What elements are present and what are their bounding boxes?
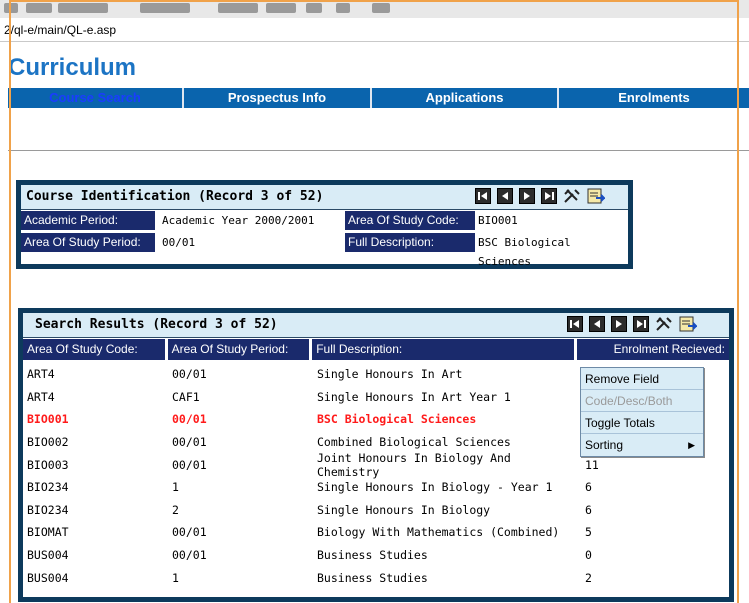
cell-period: 00/01 [172,435,207,450]
record-nav-buttons [475,188,605,204]
cell-description: Combined Biological Sciences [317,435,511,450]
cell-code: BUS004 [27,570,69,585]
tools-icon[interactable] [563,188,581,204]
cell-period: 1 [172,570,179,585]
page-title: Curriculum [8,54,137,81]
cell-enrolment: 11 [585,457,599,472]
cell-description: Business Studies [317,570,428,585]
results-nav-buttons [567,316,697,332]
cell-code: ART4 [27,389,55,404]
next-record-icon[interactable] [611,316,627,332]
cell-code: BIO002 [27,435,69,450]
academic-period-label: Academic Period: [21,211,155,230]
cell-code: BUS004 [27,548,69,563]
nav-prospectus-info[interactable]: Prospectus Info [184,88,372,108]
menu-item-sorting-label: Sorting [585,438,624,452]
cell-description: Biology With Mathematics (Combined) [317,525,560,540]
browser-toolbar [0,0,749,18]
menu-item-remove-field[interactable]: Remove Field [581,368,703,390]
table-row[interactable]: BUS004 00/01 Business Studies 0 [23,544,729,567]
cell-enrolment: 0 [585,548,592,563]
first-record-icon[interactable] [475,188,491,204]
cell-period: 00/01 [172,367,207,382]
last-record-icon[interactable] [633,316,649,332]
academic-period-value: Academic Year 2000/2001 [162,214,315,227]
previous-record-icon[interactable] [497,188,513,204]
cell-code: ART4 [27,367,55,382]
export-icon[interactable] [587,188,605,204]
cell-code: BIO234 [27,480,69,495]
cell-description: Single Honours In Art Year 1 [317,389,511,404]
column-header-period[interactable]: Area Of Study Period: [167,339,313,360]
menu-item-toggle-totals[interactable]: Toggle Totals [581,412,703,434]
search-results-title: Search Results (Record 3 of 52) [35,317,278,332]
nav-enrolments[interactable]: Enrolments [559,88,749,108]
cell-enrolment: 6 [585,480,592,495]
column-header-description[interactable]: Full Description: [312,339,578,360]
export-icon[interactable] [679,316,697,332]
table-row[interactable]: BIO234 1 Single Honours In Biology - Year … [23,476,729,499]
menu-item-sorting[interactable]: Sorting ▶ [581,434,703,456]
cell-period: 00/01 [172,525,207,540]
cell-code: BIO001 [27,412,69,427]
cell-code: BIOMAT [27,525,69,540]
divider [8,150,749,151]
table-row[interactable]: BIOMAT 00/01 Biology With Mathematics (Com… [23,521,729,544]
cell-enrolment: 5 [585,525,592,540]
column-header-enrolment[interactable]: Enrolment Recieved: [577,339,729,360]
cell-description: Business Studies [317,548,428,563]
cell-description: BSC Biological Sciences [317,412,477,427]
cell-code: BIO234 [27,502,69,517]
first-record-icon[interactable] [567,316,583,332]
cell-enrolment: 6 [585,502,592,517]
column-context-menu: Remove Field Code/Desc/Both Toggle Total… [580,367,704,457]
full-description-label: Full Description: [345,233,475,252]
address-text: 2/ql-e/main/QL-e.asp [4,23,117,37]
nav-applications[interactable]: Applications [372,88,559,108]
column-header-code[interactable]: Area Of Study Code: [23,339,168,360]
full-description-value: BSC Biological Sciences [478,236,571,268]
area-period-label: Area Of Study Period: [21,233,155,252]
next-record-icon[interactable] [519,188,535,204]
search-results-header: Search Results (Record 3 of 52) [23,313,729,338]
cell-enrolment: 2 [585,570,592,585]
cell-description: Joint Honours In Biology And Chemistry [317,450,511,479]
cell-period: 2 [172,502,179,517]
cell-period: 00/01 [172,548,207,563]
cell-description: Single Honours In Art [317,367,463,382]
course-identification-header: Course Identification (Record 3 of 52) [21,185,628,210]
results-table-header: Area Of Study Code: Area Of Study Period… [23,339,729,360]
address-bar[interactable]: 2/ql-e/main/QL-e.asp [0,19,749,42]
area-period-value: 00/01 [162,236,196,249]
table-row[interactable]: BUS004 1 Business Studies 2 [23,566,729,589]
tools-icon[interactable] [655,316,673,332]
cell-description: Single Honours In Biology - Year 1 [317,480,553,495]
table-row[interactable]: BIO234 2 Single Honours In Biology 6 [23,499,729,522]
cell-period: CAF1 [172,389,200,404]
cell-period: 00/01 [172,412,207,427]
course-identification-panel: Course Identification (Record 3 of 52) A… [16,180,633,269]
area-code-value: BIO001 [478,214,518,227]
menu-item-code-desc-both: Code/Desc/Both [581,390,703,412]
previous-record-icon[interactable] [589,316,605,332]
area-code-label: Area Of Study Code: [345,211,475,230]
course-identification-title: Course Identification (Record 3 of 52) [26,189,324,204]
nav-course-search[interactable]: Course Search [8,88,184,108]
cell-period: 1 [172,480,179,495]
cell-description: Single Honours In Biology [317,502,491,517]
cell-period: 00/01 [172,457,207,472]
cell-code: BIO003 [27,457,69,472]
submenu-arrow-icon: ▶ [688,440,695,450]
main-nav: Course Search Prospectus Info Applicatio… [8,88,749,108]
last-record-icon[interactable] [541,188,557,204]
